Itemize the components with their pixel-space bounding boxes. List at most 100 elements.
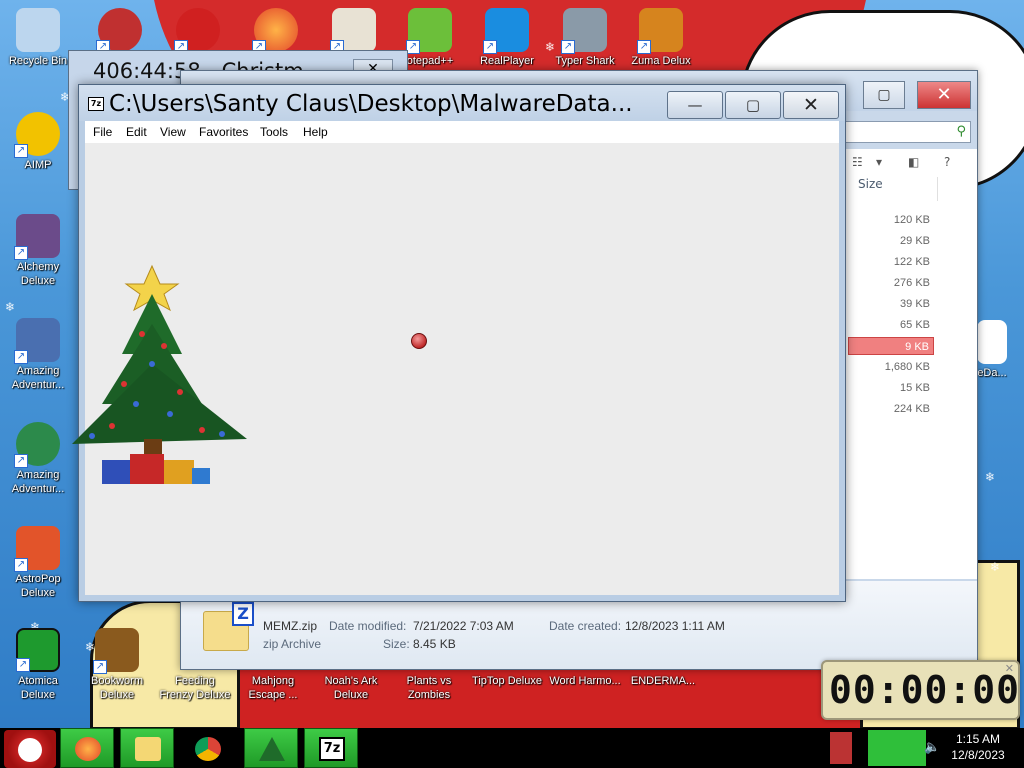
christmas-tree-icon — [72, 264, 247, 484]
recycle-bin-icon — [16, 8, 60, 52]
desktop-icon-label: ENDERMA... — [630, 675, 696, 687]
zip-icon: Z — [232, 602, 254, 626]
desktop-icon-realplayer[interactable]: ↗ RealPlayer — [469, 8, 545, 68]
desktop-icon-label: otepad++ — [406, 55, 454, 67]
taskbar-christmas-tree[interactable] — [244, 728, 298, 768]
size-value: 8.45 KB — [413, 637, 456, 651]
file-size-cell[interactable]: 9 KB — [848, 337, 934, 355]
desktop-icon-typer-shark[interactable]: ↗ Typer Shark — [547, 8, 623, 68]
digital-clock-widget[interactable]: 00:00:00 ✕ — [821, 660, 1020, 720]
taskbar-clock[interactable]: 1:15 AM 12/8/2023 — [942, 731, 1014, 763]
file-size-cell[interactable]: 122 KB — [848, 253, 934, 271]
preview-pane-icon[interactable]: ◧ — [908, 155, 919, 169]
ornament-ball-icon — [411, 333, 427, 349]
firefox-icon — [75, 737, 101, 761]
atomica-icon: ↗ — [16, 628, 60, 672]
shortcut-arrow-icon: ↗ — [14, 350, 28, 364]
maximize-button[interactable]: ▢ — [725, 91, 781, 119]
aimp-icon: ↗ — [14, 112, 60, 158]
desktop-icon-recycle-bin[interactable]: Recycle Bin — [0, 8, 76, 68]
column-header-size[interactable]: Size — [858, 177, 938, 201]
desktop-icon-label: eDa... — [977, 367, 1007, 379]
close-button[interactable]: ✕ — [917, 81, 971, 109]
taskbar-file-explorer[interactable] — [120, 728, 174, 768]
shortcut-arrow-icon: ↗ — [14, 144, 28, 158]
file-explorer-icon — [135, 737, 161, 761]
desktop-icon-red-monster[interactable]: ↗ — [160, 8, 236, 54]
desktop-icon-bookworm[interactable]: ↗ Bookworm Deluxe — [79, 628, 155, 702]
search-icon: ⚲ — [956, 124, 966, 139]
taskbar-7zip[interactable]: 7z — [304, 728, 358, 768]
file-size-cell[interactable]: 1,680 KB — [848, 358, 934, 376]
desktop-icon-astropop[interactable]: ↗ AstroPop Deluxe — [0, 526, 76, 600]
shortcut-arrow-icon: ↗ — [16, 658, 30, 672]
desktop-icon-label: AstroPop Deluxe — [15, 573, 61, 599]
menu-file[interactable]: File — [93, 125, 112, 139]
red-monster-icon: ↗ — [174, 8, 220, 54]
volume-icon[interactable]: 🔈 — [924, 740, 940, 755]
desktop-icon-zuma[interactable]: ↗ Zuma Delux — [623, 8, 699, 68]
window-title: C:\Users\Santy Claus\Desktop\MalwareData… — [109, 91, 633, 117]
size-label: Size: — [383, 637, 410, 651]
desktop-icon-2[interactable]: ↗ — [82, 8, 158, 54]
realplayer-icon: ↗ — [483, 8, 529, 54]
minimize-button[interactable]: — — [667, 91, 723, 119]
shrine-gate-icon: ↗ — [330, 8, 376, 54]
tray-network-icon[interactable] — [868, 730, 926, 766]
santa-start-icon — [18, 738, 42, 762]
7zip-icon: 7z — [319, 737, 345, 761]
menu-edit[interactable]: Edit — [126, 125, 147, 139]
desktop-icon-label: Word Harmo... — [549, 675, 621, 687]
menu-favorites[interactable]: Favorites — [199, 125, 248, 139]
desktop-icon-atomica[interactable]: ↗ Atomica Deluxe — [0, 628, 76, 702]
date-created-value: 12/8/2023 1:11 AM — [625, 619, 725, 633]
shortcut-arrow-icon: ↗ — [561, 40, 575, 54]
chrome-icon — [195, 737, 221, 761]
file-size-cell[interactable]: 15 KB — [848, 379, 934, 397]
shortcut-arrow-icon: ↗ — [93, 660, 107, 674]
clock-digits: 00:00:00 — [829, 668, 1021, 712]
file-size-cell[interactable]: 29 KB — [848, 232, 934, 250]
tray-notification-icon[interactable] — [830, 732, 852, 764]
zip-file-icon: Z — [203, 602, 254, 651]
firefox-icon: ↗ — [252, 8, 298, 54]
close-icon[interactable]: ✕ — [1005, 662, 1014, 675]
desktop-icon-label: Zuma Delux — [631, 55, 691, 67]
7zip-icon[interactable]: 7z — [88, 97, 104, 111]
maximize-button[interactable]: ▢ — [863, 81, 905, 109]
help-icon[interactable]: ? — [944, 155, 950, 169]
file-size-cell[interactable]: 276 KB — [848, 274, 934, 292]
shortcut-arrow-icon: ↗ — [637, 40, 651, 54]
desktop-icon-label: Recycle Bin — [8, 55, 68, 67]
menu-bar: File Edit View Favorites Tools Help — [85, 121, 839, 143]
menu-tools[interactable]: Tools — [260, 125, 288, 139]
date-modified-label: Date modified: — [329, 619, 407, 633]
desktop-icon-label: TipTop Deluxe — [472, 675, 542, 687]
desktop-icon-aimp[interactable]: ↗ AIMP — [0, 112, 76, 172]
file-size-cell[interactable]: 39 KB — [848, 295, 934, 313]
clock-time: 1:15 AM — [955, 732, 1001, 746]
shortcut-arrow-icon: ↗ — [14, 558, 28, 572]
document-icon — [977, 320, 1007, 364]
desktop-icon-shrine[interactable]: ↗ — [316, 8, 392, 54]
desktop-icon-label: Feeding Frenzy Deluxe — [159, 675, 231, 701]
file-size-cell[interactable]: 65 KB — [848, 316, 934, 334]
desktop-icon-firefox[interactable]: ↗ — [238, 8, 314, 54]
close-button[interactable]: ✕ — [783, 91, 839, 119]
alchemy-icon: ↗ — [14, 214, 60, 260]
desktop-icon-label: AIMP — [24, 159, 52, 171]
menu-help[interactable]: Help — [303, 125, 328, 139]
taskbar-firefox[interactable] — [60, 728, 114, 768]
desktop-icon-label: Noah's Ark Deluxe — [324, 675, 378, 701]
christmas-tree-icon — [259, 737, 285, 761]
dropdown-arrow-icon[interactable]: ▾ — [876, 155, 882, 169]
menu-view[interactable]: View — [160, 125, 186, 139]
view-options-icon[interactable]: ☷ — [852, 155, 863, 169]
file-size-cell[interactable]: 120 KB — [848, 211, 934, 229]
taskbar-chrome[interactable] — [180, 728, 234, 768]
file-type: zip Archive — [263, 637, 322, 651]
file-size-cell[interactable]: 224 KB — [848, 400, 934, 418]
snowflake-icon: ❄ — [990, 560, 1001, 574]
file-name: MEMZ.zip — [263, 619, 317, 633]
start-button[interactable] — [4, 730, 56, 768]
